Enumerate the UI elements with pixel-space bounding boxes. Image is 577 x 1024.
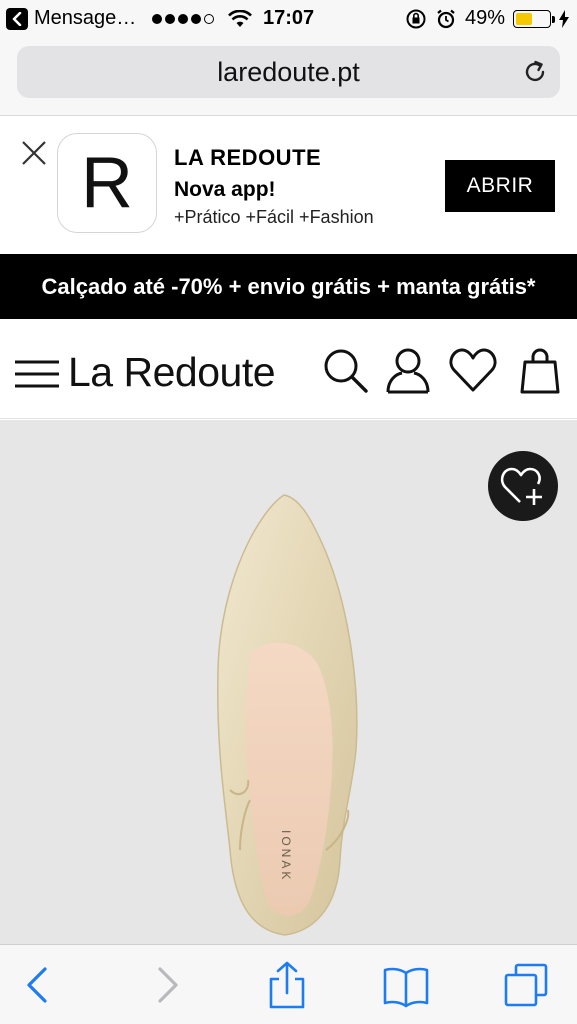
- battery-percent: 49%: [464, 7, 505, 29]
- browser-address-area: laredoute.pt: [0, 38, 577, 116]
- app-icon[interactable]: R: [57, 133, 157, 233]
- back-to-app-icon[interactable]: [6, 7, 28, 30]
- battery-icon: [513, 9, 555, 28]
- menu-icon[interactable]: [14, 359, 60, 389]
- app-icon-letter: R: [81, 143, 133, 223]
- shopping-bag-icon[interactable]: [516, 346, 564, 394]
- browser-toolbar: [0, 944, 577, 1024]
- open-app-button[interactable]: ABRIR: [445, 160, 555, 212]
- status-right: 49%: [405, 7, 569, 30]
- account-icon[interactable]: [384, 346, 432, 394]
- tabs-icon[interactable]: [502, 961, 550, 1009]
- reload-icon[interactable]: [522, 59, 548, 85]
- shoe-image: IONAK: [216, 494, 358, 936]
- back-icon[interactable]: [15, 961, 63, 1009]
- search-icon[interactable]: [321, 346, 369, 394]
- add-to-wishlist-button[interactable]: [488, 451, 558, 521]
- close-icon[interactable]: [20, 139, 48, 167]
- shoe-brand-mark: IONAK: [279, 830, 293, 882]
- address-bar-url[interactable]: laredoute.pt: [217, 57, 360, 88]
- bookmarks-icon[interactable]: [382, 961, 430, 1009]
- charging-icon: [559, 9, 569, 28]
- forward-icon[interactable]: [142, 961, 190, 1009]
- app-name: LA REDOUTE: [174, 145, 322, 170]
- product-image[interactable]: IONAK: [0, 420, 577, 944]
- share-icon[interactable]: [263, 961, 311, 1009]
- heart-plus-icon: [500, 467, 542, 505]
- address-bar[interactable]: laredoute.pt: [17, 46, 560, 98]
- smart-app-banner: R LA REDOUTE Nova app! +Prático +Fácil +…: [0, 117, 577, 254]
- orientation-lock-icon: [406, 9, 426, 28]
- wifi-icon: [228, 9, 253, 27]
- heart-icon[interactable]: [449, 346, 497, 394]
- promo-banner[interactable]: Calçado até -70% + envio grátis + manta …: [0, 254, 577, 319]
- site-header: La Redoute: [0, 319, 577, 419]
- status-bar: Mensage… 17:07 49%: [0, 0, 577, 38]
- status-left: Mensage…: [6, 7, 253, 30]
- status-time: 17:07: [263, 7, 315, 29]
- promo-text[interactable]: Calçado até -70% + envio grátis + manta …: [42, 274, 536, 300]
- app-subtitle: Nova app!: [174, 178, 276, 201]
- site-logo[interactable]: La Redoute: [68, 349, 276, 396]
- alarm-icon: [437, 9, 455, 28]
- signal-strength-icon: [152, 13, 215, 24]
- app-tagline: +Prático +Fácil +Fashion: [174, 207, 374, 227]
- back-to-app-label[interactable]: Mensage…: [34, 7, 136, 30]
